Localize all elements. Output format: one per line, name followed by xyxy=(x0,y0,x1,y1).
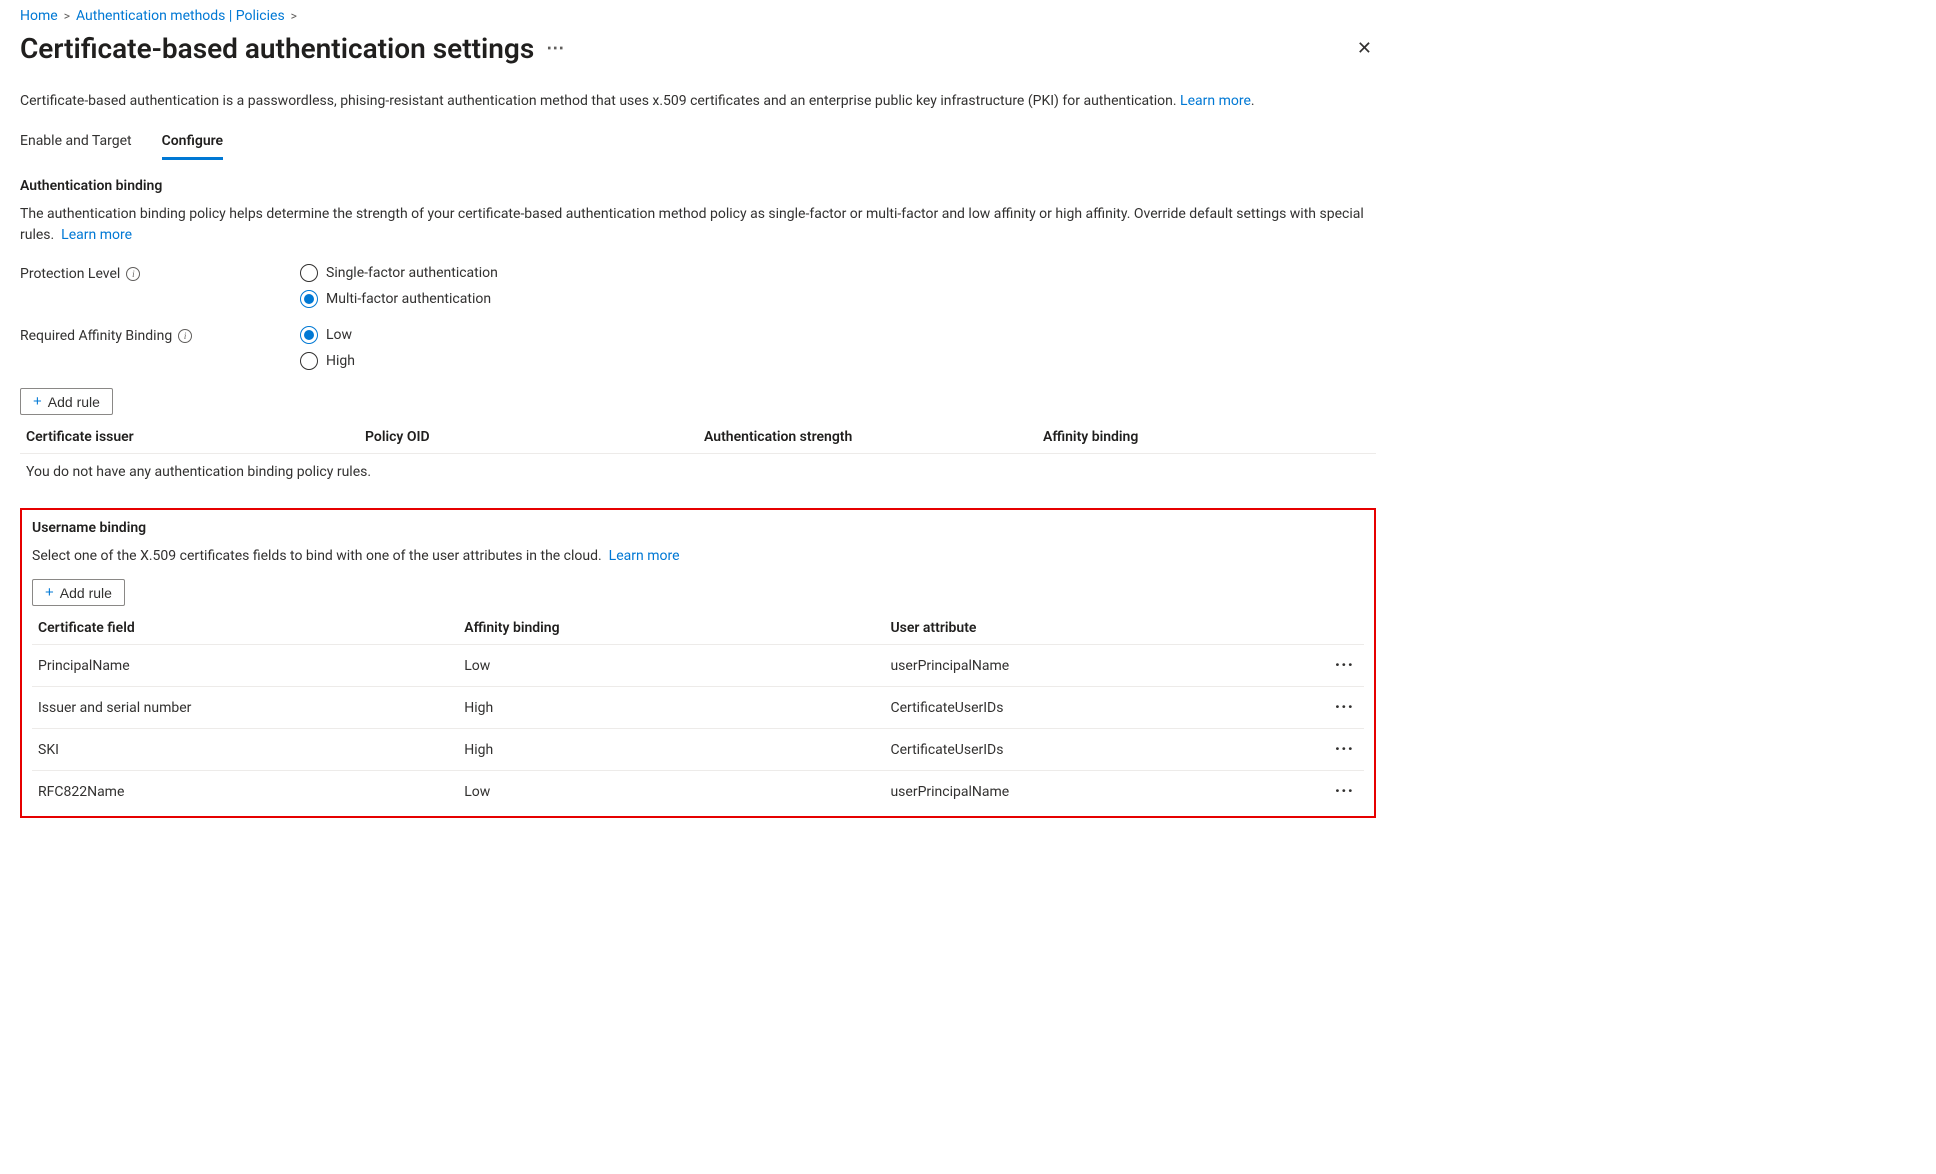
cell-affinity: Low xyxy=(458,771,884,813)
radio-multi-factor-label: Multi-factor authentication xyxy=(326,291,491,307)
breadcrumb: Home > Authentication methods | Policies… xyxy=(20,8,1376,24)
page-title: Certificate-based authentication setting… xyxy=(20,32,534,65)
add-rule-auth-binding-button[interactable]: + Add rule xyxy=(20,388,113,415)
more-icon[interactable]: ⋯ xyxy=(546,38,565,59)
close-icon[interactable]: ✕ xyxy=(1353,34,1376,63)
username-binding-heading: Username binding xyxy=(32,520,1364,536)
col-affinity: Affinity binding xyxy=(458,612,884,645)
info-icon[interactable]: i xyxy=(178,329,192,343)
chevron-right-icon: > xyxy=(291,9,297,23)
auth-binding-learn-more[interactable]: Learn more xyxy=(61,227,132,243)
radio-affinity-high-label: High xyxy=(326,353,355,369)
page-description: Certificate-based authentication is a pa… xyxy=(20,93,1376,109)
chevron-right-icon: > xyxy=(64,9,70,23)
radio-icon xyxy=(300,290,318,308)
tab-enable-target[interactable]: Enable and Target xyxy=(20,127,132,160)
protection-level-row: Protection Level i Single-factor authent… xyxy=(20,264,1376,308)
row-more-icon[interactable]: ··· xyxy=(1335,739,1354,760)
protection-level-label: Protection Level i xyxy=(20,264,300,282)
cell-user-attribute: CertificateUserIDs xyxy=(884,729,1284,771)
auth-binding-table-header: Certificate issuer Policy OID Authentica… xyxy=(20,421,1376,454)
auth-binding-heading: Authentication binding xyxy=(20,178,1376,194)
table-row: SKIHighCertificateUserIDs ··· xyxy=(32,729,1364,771)
cell-cert-field: Issuer and serial number xyxy=(32,687,458,729)
cell-affinity: Low xyxy=(458,645,884,687)
cell-cert-field: PrincipalName xyxy=(32,645,458,687)
auth-binding-table: Certificate issuer Policy OID Authentica… xyxy=(20,421,1376,490)
col-cert-issuer: Certificate issuer xyxy=(20,421,359,454)
plus-icon: + xyxy=(45,584,54,601)
page-title-wrap: Certificate-based authentication setting… xyxy=(20,32,565,65)
cell-user-attribute: userPrincipalName xyxy=(884,645,1284,687)
col-auth-strength: Authentication strength xyxy=(698,421,1037,454)
row-more-icon[interactable]: ··· xyxy=(1335,697,1354,718)
cell-cert-field: RFC822Name xyxy=(32,771,458,813)
username-binding-description-text: Select one of the X.509 certificates fie… xyxy=(32,548,602,564)
page-header: Certificate-based authentication setting… xyxy=(20,32,1376,65)
auth-binding-description: The authentication binding policy helps … xyxy=(20,204,1376,246)
row-more-icon[interactable]: ··· xyxy=(1335,655,1354,676)
radio-affinity-high[interactable]: High xyxy=(300,352,355,370)
cell-cert-field: SKI xyxy=(32,729,458,771)
auth-binding-empty-row: You do not have any authentication bindi… xyxy=(20,454,1376,491)
cell-user-attribute: userPrincipalName xyxy=(884,771,1284,813)
radio-icon xyxy=(300,264,318,282)
info-icon[interactable]: i xyxy=(126,267,140,281)
learn-more-link[interactable]: Learn more xyxy=(1180,93,1251,109)
col-affinity-binding: Affinity binding xyxy=(1037,421,1376,454)
protection-level-radio-group: Single-factor authentication Multi-facto… xyxy=(300,264,498,308)
col-policy-oid: Policy OID xyxy=(359,421,698,454)
radio-affinity-low[interactable]: Low xyxy=(300,326,355,344)
username-binding-learn-more[interactable]: Learn more xyxy=(609,548,680,564)
table-row: RFC822NameLowuserPrincipalName ··· xyxy=(32,771,1364,813)
table-row: Issuer and serial numberHighCertificateU… xyxy=(32,687,1364,729)
breadcrumb-home[interactable]: Home xyxy=(20,8,58,24)
add-rule-username-binding-button[interactable]: + Add rule xyxy=(32,579,125,606)
tab-configure[interactable]: Configure xyxy=(162,127,223,160)
affinity-binding-label-text: Required Affinity Binding xyxy=(20,328,172,344)
breadcrumb-auth-methods[interactable]: Authentication methods | Policies xyxy=(76,8,285,24)
row-more-icon[interactable]: ··· xyxy=(1335,781,1354,802)
username-binding-section: Username binding Select one of the X.509… xyxy=(20,508,1376,818)
col-cert-field: Certificate field xyxy=(32,612,458,645)
table-row: PrincipalNameLowuserPrincipalName ··· xyxy=(32,645,1364,687)
radio-single-factor[interactable]: Single-factor authentication xyxy=(300,264,498,282)
radio-icon xyxy=(300,352,318,370)
protection-level-label-text: Protection Level xyxy=(20,266,120,282)
add-rule-auth-binding-label: Add rule xyxy=(48,394,100,410)
radio-icon xyxy=(300,326,318,344)
radio-multi-factor[interactable]: Multi-factor authentication xyxy=(300,290,498,308)
affinity-binding-row: Required Affinity Binding i Low High xyxy=(20,326,1376,370)
cell-affinity: High xyxy=(458,687,884,729)
affinity-binding-label: Required Affinity Binding i xyxy=(20,326,300,344)
cell-affinity: High xyxy=(458,729,884,771)
radio-affinity-low-label: Low xyxy=(326,327,352,343)
plus-icon: + xyxy=(33,393,42,410)
add-rule-username-binding-label: Add rule xyxy=(60,585,112,601)
username-binding-table-header: Certificate field Affinity binding User … xyxy=(32,612,1364,645)
affinity-binding-radio-group: Low High xyxy=(300,326,355,370)
username-binding-description: Select one of the X.509 certificates fie… xyxy=(32,546,1364,567)
auth-binding-empty-msg: You do not have any authentication bindi… xyxy=(20,454,1376,491)
username-binding-table: Certificate field Affinity binding User … xyxy=(32,612,1364,812)
col-user-attribute: User attribute xyxy=(884,612,1284,645)
radio-single-factor-label: Single-factor authentication xyxy=(326,265,498,281)
tabs: Enable and Target Configure xyxy=(20,127,1376,160)
auth-binding-description-text: The authentication binding policy helps … xyxy=(20,206,1364,243)
page-description-text: Certificate-based authentication is a pa… xyxy=(20,93,1177,109)
cell-user-attribute: CertificateUserIDs xyxy=(884,687,1284,729)
